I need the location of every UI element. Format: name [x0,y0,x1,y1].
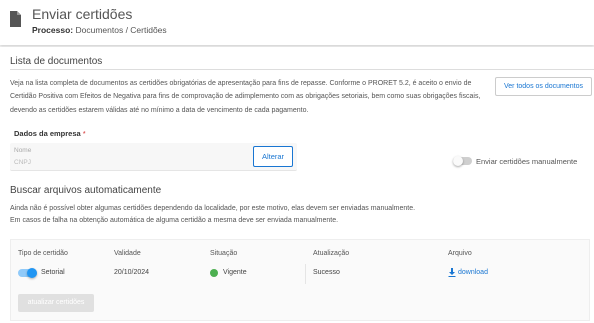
tipo-cell: Setorial [41,269,65,276]
empresa-field-label: Nome [14,147,32,154]
column-header-tipo: Tipo de certidão [18,250,68,257]
download-icon[interactable] [448,268,456,277]
buscar-line-1: Ainda não é possível obter algumas certi… [10,205,416,212]
divider [10,69,594,70]
document-icon [10,11,21,27]
documentos-description: Veja na lista completa de documentos as … [10,80,481,114]
atualizar-certidoes-button[interactable]: atualizar certidões [18,294,94,312]
page-header: Enviar certidões Processo: Documentos / … [0,0,594,45]
manual-toggle-label: Enviar certidões manualmente [476,157,578,166]
section-heading-documentos: Lista de documentos [10,56,103,67]
breadcrumb-label: Processo: [32,25,74,35]
required-mark: * [82,129,86,138]
setorial-toggle[interactable] [18,268,37,278]
empresa-label-text: Dados da empresa [14,129,81,138]
situacao-cell: Vigente [223,269,247,276]
toggle-knob [453,156,463,166]
column-header-atualizacao: Atualização [313,250,350,257]
buscar-line-2: Em casos de falha na obtenção automática… [10,217,339,224]
page-title: Enviar certidões [32,6,133,22]
column-header-arquivo: Arquivo [448,250,472,257]
manual-toggle[interactable] [453,156,472,166]
column-header-situacao: Situação [210,250,238,257]
empresa-label: Dados da empresa * [14,129,86,138]
atualizacao-cell: Sucesso [313,269,340,276]
alterar-button[interactable]: Alterar [253,146,293,167]
column-separator [305,264,306,284]
toggle-knob [27,268,37,278]
breadcrumb-path: Documentos / Certidões [75,25,167,35]
cnpj-placeholder: CNPJ [14,159,31,166]
column-header-validade: Validade [114,250,141,257]
status-dot [210,269,218,277]
ver-todos-button[interactable]: Ver todos os documentos [495,77,592,96]
validade-cell: 20/10/2024 [114,269,150,276]
section-heading-buscar: Buscar arquivos automaticamente [10,185,162,196]
buscar-description: Ainda não é possível obter algumas certi… [10,203,490,227]
download-link[interactable]: download [458,269,488,276]
breadcrumb: Processo: Documentos / Certidões [32,25,167,35]
certidoes-panel [10,239,590,321]
